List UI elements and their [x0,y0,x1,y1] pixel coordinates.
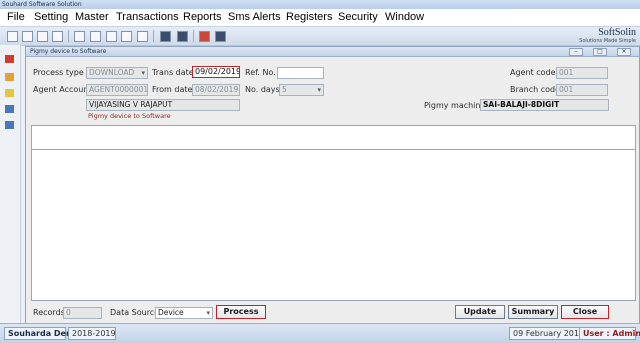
app-title: Souhard Software Solution [2,1,82,8]
status-company: Souharda Demo [4,327,80,340]
no-days-select[interactable]: 5 [279,84,324,96]
data-source-label: Data Source [110,308,160,317]
left-shortcut-bar [0,45,21,323]
process-type-select[interactable]: DOWNLOAD [86,67,148,79]
from-date-field[interactable]: 08/02/2019 [192,84,240,96]
records-field: 0 [63,307,102,319]
new-icon[interactable] [74,31,85,42]
status-user: User : Admin [579,327,640,340]
trans-date-label: Trans date [152,68,194,77]
update-button[interactable]: Update [455,305,505,319]
toolbar-separator [193,30,194,42]
menu-setting[interactable]: Setting [34,9,68,26]
grid-icon[interactable] [5,73,14,81]
next-record-icon[interactable] [37,31,48,42]
copy-icon[interactable] [121,31,132,42]
agent-code-label: Agent code [510,68,556,77]
ref-no-input[interactable] [277,67,324,79]
window-title-bar: Pigmy device to Software – □ × [26,47,639,57]
menu-master[interactable]: Master [75,9,109,26]
agent-account-field[interactable]: AGENT0000001 [86,84,148,96]
image-icon[interactable] [5,121,14,129]
pigmy-machine-field[interactable]: SAI-BALAJI-8DIGIT [480,99,609,111]
close-button[interactable]: Close [561,305,609,319]
menu-sms-alerts[interactable]: Sms Alerts [228,9,281,26]
agent-code-field[interactable]: 001 [556,67,608,79]
previous-record-icon[interactable] [22,31,33,42]
find-icon[interactable] [177,31,188,42]
trans-date-field[interactable]: 09/02/2019 [192,66,240,78]
brand-logo: SoftSolin Solutions Made Simple [579,27,636,44]
user-icon[interactable] [199,31,210,42]
last-record-icon[interactable] [52,31,63,42]
status-bar: Souharda Demo 2018-2019 09 February 2019… [0,323,640,343]
data-grid[interactable] [31,125,636,301]
process-button[interactable]: Process [216,305,266,319]
pigmy-window: Pigmy device to Software – □ × Process t… [25,46,640,324]
exit-icon[interactable] [215,31,226,42]
sub-caption: Pigmy device to Software [88,112,171,120]
branch-code-field[interactable]: 001 [556,84,608,96]
data-source-select[interactable]: Device [155,307,213,319]
process-type-label: Process type [33,68,84,77]
grid-header-divider [32,149,635,150]
agent-name-field: VIJAYASING V RAJAPUT [86,99,240,111]
summary-button[interactable]: Summary [508,305,558,319]
from-date-label: From date [152,85,193,94]
edit-icon[interactable] [90,31,101,42]
no-days-label: No. days [245,85,280,94]
brand-name: SoftSolin [598,27,636,38]
toolbar-separator [153,30,154,42]
note-icon[interactable] [5,89,14,97]
minimize-button[interactable]: – [569,48,583,56]
menu-file[interactable]: File [7,9,25,26]
branch-code-label: Branch code [510,85,561,94]
menu-security[interactable]: Security [338,9,378,26]
records-label: Records [33,308,65,317]
menu-bar: File Setting Master Transactions Reports… [0,9,640,26]
shortcut-icon[interactable] [5,55,14,63]
paste-icon[interactable] [137,31,148,42]
pigmy-machine-label: Pigmy machine [424,101,486,110]
menu-window[interactable]: Window [385,9,424,26]
status-date: 09 February 2019 [509,327,584,340]
window-title: Pigmy device to Software [30,48,107,55]
image-icon[interactable] [5,105,14,113]
menu-reports[interactable]: Reports [183,9,222,26]
status-year: 2018-2019 [68,327,116,340]
menu-registers[interactable]: Registers [286,9,332,26]
first-record-icon[interactable] [7,31,18,42]
print-icon[interactable] [160,31,171,42]
maximize-button[interactable]: □ [593,48,607,56]
brand-tagline: Solutions Made Simple [579,38,636,44]
toolbar-separator [68,30,69,42]
delete-icon[interactable] [106,31,117,42]
toolbar [0,26,640,46]
agent-account-label: Agent Account [33,85,92,94]
ref-no-label: Ref. No. [245,68,276,77]
close-window-button[interactable]: × [617,48,631,56]
menu-transactions[interactable]: Transactions [116,9,179,26]
